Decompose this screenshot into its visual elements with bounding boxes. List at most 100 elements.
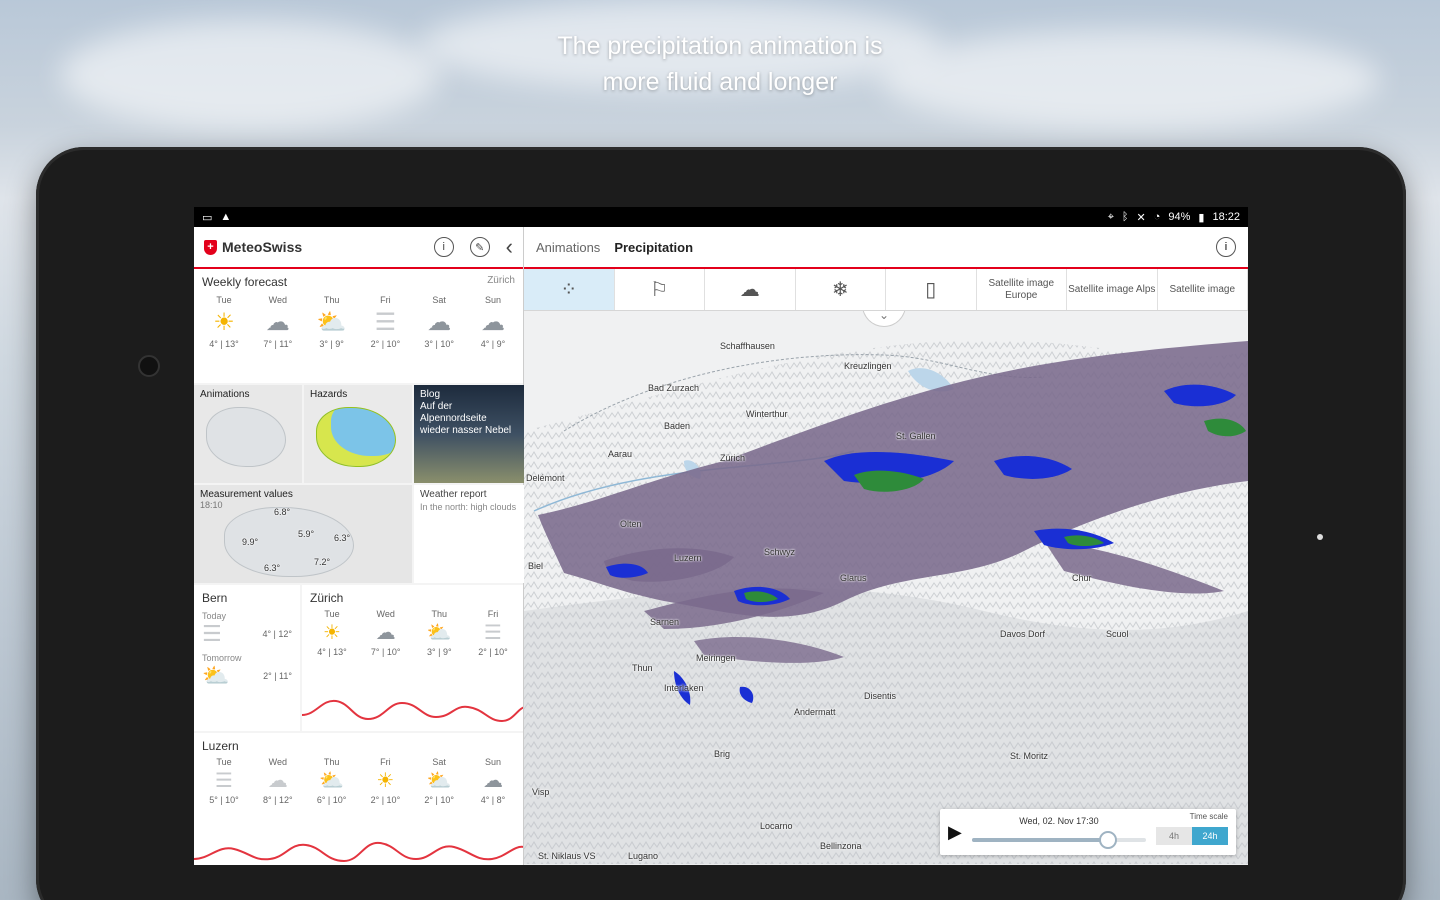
animation-player: ▶ Wed, 02. Nov 17:30 Time scale 4h 24h bbox=[940, 809, 1236, 855]
forecast-day: Wed ☁ 7° | 10° bbox=[364, 609, 408, 657]
brand-logo: + MeteoSwiss bbox=[204, 239, 302, 255]
app-body: + MeteoSwiss i ✎ ‹ Weekly forecast Züric… bbox=[194, 227, 1248, 865]
info-icon[interactable]: i bbox=[1216, 237, 1236, 257]
dashboard-tiles: Animations Hazards Blog Auf der Alpennor… bbox=[194, 385, 524, 583]
screenshot-icon: ▭ bbox=[202, 211, 213, 224]
precipitation-icon: ⁘ bbox=[560, 278, 578, 301]
sun-cloud-icon: ⛅ bbox=[319, 770, 345, 792]
breadcrumb-precipitation: Precipitation bbox=[614, 239, 694, 255]
tab-temperature[interactable]: ▯ bbox=[886, 269, 977, 310]
headline-line-1: The precipitation animation is bbox=[557, 32, 883, 60]
tab-snow[interactable]: ❄ bbox=[796, 269, 886, 310]
dashboard-panel: + MeteoSwiss i ✎ ‹ Weekly forecast Züric… bbox=[194, 227, 524, 865]
map-toolbar: Animations Precipitation i bbox=[524, 227, 1248, 269]
precipitation-map[interactable]: Schaffhausen Kreuzlingen Bad Zurzach Win… bbox=[524, 311, 1248, 865]
forecast-day: Tue ☀ 4° | 13° bbox=[310, 609, 354, 657]
measurement-value: 6.3° bbox=[334, 533, 351, 543]
map-label-city: Aarau bbox=[608, 449, 633, 459]
timeline-track[interactable] bbox=[971, 831, 1146, 849]
play-button[interactable]: ▶ bbox=[948, 822, 962, 843]
measurement-values-tile[interactable]: Measurement values 18:10 6.8° 9.9° 5.9° … bbox=[194, 485, 412, 583]
info-icon[interactable]: i bbox=[433, 237, 454, 257]
map-label-city: Delémont bbox=[526, 473, 565, 483]
breadcrumb-animations[interactable]: Animations bbox=[536, 240, 600, 255]
timeline-date: Wed, 02. Nov 17:30 bbox=[1019, 816, 1099, 826]
luzern-card[interactable]: Luzern Tue ☰ 5° | 10° Wed ☁ 8° | 12° Thu ⛅ 6° … bbox=[194, 733, 523, 865]
marketing-headline: The precipitation animation is more flui… bbox=[0, 28, 1440, 100]
day-name: Thu bbox=[323, 757, 340, 767]
sun-rain-icon: ⛅ bbox=[426, 770, 452, 792]
battery-level: 94% bbox=[1168, 211, 1191, 223]
zurich-card[interactable]: Zürich Tue ☀ 4° | 13° Wed ☁ 7° | 10° Thu ⛅ 3° … bbox=[302, 585, 523, 731]
map-label-city: Schaffhausen bbox=[720, 341, 775, 351]
blog-tile[interactable]: Blog Auf der Alpennordseite wieder nasse… bbox=[414, 385, 524, 483]
map-label-city: Thun bbox=[632, 663, 653, 673]
weekly-forecast-card[interactable]: Weekly forecast Zürich Tue ☀ 4° | 13° Wed ☁… bbox=[194, 269, 523, 383]
day-temp: 7° | 11° bbox=[263, 339, 293, 349]
timeline-progress bbox=[971, 838, 1108, 842]
map-label-city: St. Niklaus VS bbox=[538, 851, 596, 861]
measurement-value: 6.3° bbox=[264, 563, 281, 573]
location-icon: ⌖ bbox=[1107, 210, 1114, 223]
forecast-day: Sat ☁ 3° | 10° bbox=[417, 295, 461, 349]
city-name: Zürich bbox=[310, 591, 344, 605]
edit-icon[interactable]: ✎ bbox=[469, 237, 490, 257]
bluetooth-icon: ᛒ bbox=[1121, 211, 1129, 223]
tab-wind[interactable]: ⚐ bbox=[615, 269, 705, 310]
animations-tile[interactable]: Animations bbox=[194, 385, 302, 483]
forecast-day: Sun ☁ 4° | 9° bbox=[471, 295, 515, 349]
day-name: Tue bbox=[216, 295, 232, 305]
thermometer-icon: ▯ bbox=[925, 278, 937, 301]
time-scale-24h[interactable]: 24h bbox=[1192, 827, 1228, 845]
bern-card[interactable]: Bern Today ☰ 4° | 12° Tomorrow ⛅ 2° | 11… bbox=[194, 585, 300, 731]
hazard-map-thumbnail bbox=[316, 407, 396, 467]
time-scale-label: Time scale bbox=[1189, 812, 1228, 821]
map-label-city: Schwyz bbox=[764, 547, 796, 557]
tablet-screen: ▭ ▲ ⌖ ᛒ ✕ ◔ 94% ▮ 18:22 + MeteoSwiss i ✎ bbox=[194, 207, 1248, 865]
time-scale-4h[interactable]: 4h bbox=[1156, 827, 1192, 845]
day-temp: 2° | 10° bbox=[370, 339, 401, 349]
weather-report-tile[interactable]: Weather report In the north: high clouds bbox=[414, 485, 524, 583]
tab-satellite-alps[interactable]: Satellite image Alps bbox=[1067, 269, 1158, 310]
blog-tile-text: Blog Auf der Alpennordseite wieder nasse… bbox=[420, 389, 512, 436]
day-temp: 7° | 10° bbox=[370, 647, 401, 657]
sun-cloud-icon: ⛅ bbox=[202, 663, 230, 688]
tab-clouds[interactable]: ☁ bbox=[705, 269, 796, 310]
fog-icon: ☰ bbox=[374, 308, 397, 336]
weather-report-subtitle: In the north: high clouds bbox=[420, 502, 517, 512]
day-temp: 3° | 10° bbox=[424, 339, 454, 349]
map-label-city: Glarus bbox=[840, 573, 867, 583]
day-temp: 6° | 10° bbox=[316, 795, 347, 805]
today-temp: 4° | 12° bbox=[262, 629, 292, 639]
tablet-sensor bbox=[1317, 534, 1323, 540]
forecast-day: Thu ⛅ 6° | 10° bbox=[310, 757, 354, 805]
map-label-city: St. Gallen bbox=[896, 431, 936, 441]
swiss-cross-icon: + bbox=[204, 239, 217, 255]
time-scale: Time scale 4h 24h bbox=[1156, 812, 1228, 852]
day-temp: 2° | 10° bbox=[424, 795, 454, 805]
forecast-day: Wed ☁ 8° | 12° bbox=[256, 757, 300, 805]
day-temp: 3° | 9° bbox=[319, 339, 344, 349]
day-name: Wed bbox=[376, 609, 395, 619]
tab-precipitation[interactable]: ⁘ bbox=[524, 269, 615, 310]
status-bar: ▭ ▲ ⌖ ᛒ ✕ ◔ 94% ▮ 18:22 bbox=[194, 207, 1248, 227]
hazards-tile[interactable]: Hazards bbox=[304, 385, 412, 483]
map-panel: Animations Precipitation i ⁘ ⚐ ☁ ❄ ▯ Sat… bbox=[524, 227, 1248, 865]
clock: 18:22 bbox=[1212, 211, 1240, 223]
tablet-camera bbox=[138, 355, 160, 377]
precipitation-overlay bbox=[538, 341, 1248, 705]
tab-satellite-europe[interactable]: Satellite image Europe bbox=[977, 269, 1067, 310]
day-temp: 8° | 12° bbox=[263, 795, 293, 805]
timeline-knob[interactable] bbox=[1098, 831, 1117, 849]
day-temp: 4° | 13° bbox=[317, 647, 347, 657]
tomorrow-label: Tomorrow bbox=[202, 653, 242, 663]
forecast-day: Thu ⛅ 3° | 9° bbox=[310, 295, 354, 349]
back-arrow-icon[interactable]: ‹ bbox=[506, 234, 513, 260]
cloud-icon: ☁ bbox=[739, 278, 760, 301]
forecast-day: Wed ☁ 7° | 11° bbox=[256, 295, 300, 349]
timeline[interactable]: Wed, 02. Nov 17:30 bbox=[971, 812, 1146, 852]
measurement-value: 5.9° bbox=[298, 529, 315, 539]
day-name: Wed bbox=[268, 757, 287, 767]
map-label-city: Zürich bbox=[720, 453, 746, 463]
tab-satellite[interactable]: Satellite image bbox=[1158, 269, 1248, 310]
